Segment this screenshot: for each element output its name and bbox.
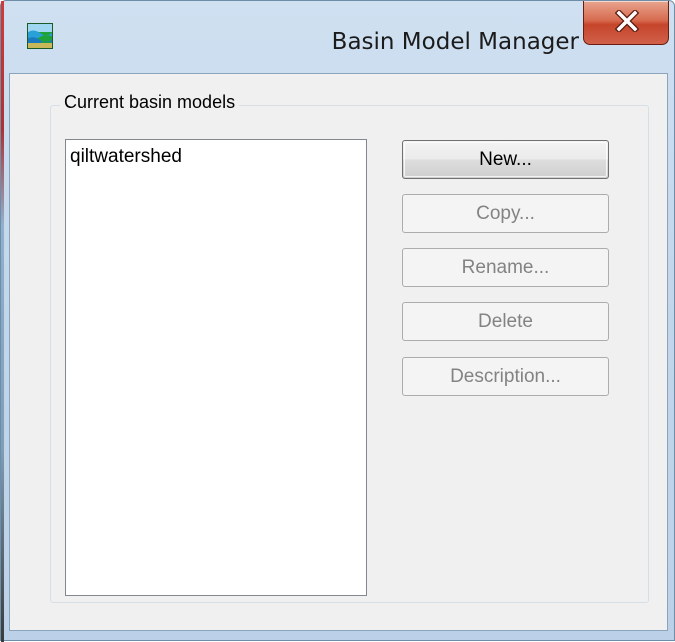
title-bar[interactable]: Basin Model Manager — [1, 1, 674, 73]
dialog-client-area: Current basin models qiltwatershed New..… — [9, 73, 668, 631]
close-icon — [615, 10, 639, 32]
list-item[interactable]: qiltwatershed — [70, 146, 182, 168]
close-button[interactable] — [583, 1, 669, 45]
description-button[interactable]: Description... — [402, 357, 609, 396]
copy-button[interactable]: Copy... — [402, 194, 609, 233]
new-button[interactable]: New... — [402, 140, 609, 179]
window-title: Basin Model Manager — [331, 29, 579, 55]
rename-button[interactable]: Rename... — [402, 248, 609, 287]
window-edge-accent — [1, 1, 4, 642]
basin-models-list[interactable]: qiltwatershed — [65, 139, 367, 596]
delete-button[interactable]: Delete — [402, 302, 609, 341]
group-label: Current basin models — [60, 92, 240, 113]
watershed-app-icon — [27, 23, 53, 49]
basin-model-manager-window: Basin Model Manager Current basin models… — [0, 0, 675, 642]
